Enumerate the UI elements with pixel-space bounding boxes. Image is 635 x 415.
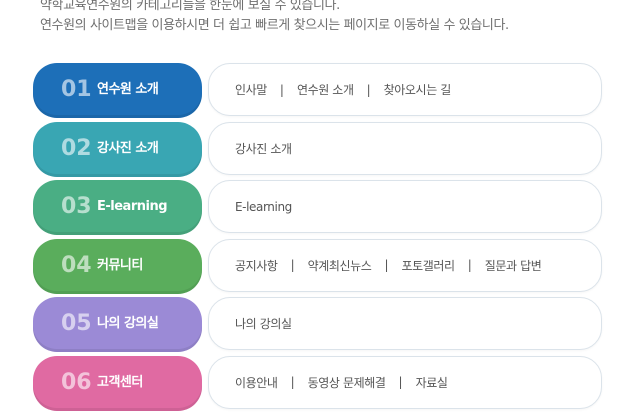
link-directions[interactable]: 찾아오시는 길 <box>384 81 452 98</box>
sublinks-elearning: E-learning <box>208 180 602 234</box>
link-separator: | <box>279 82 284 97</box>
sitemap-row-support: 06 고객센터 이용안내 | 동영상 문제해결 | 자료실 <box>33 355 603 411</box>
sitemap-row-my-classroom: 05 나의 강의실 나의 강의실 <box>33 297 603 353</box>
sitemap-row-about: 01 연수원 소개 인사말 | 연수원 소개 | 찾아오시는 길 <box>33 63 603 118</box>
link-separator: | <box>366 82 371 97</box>
category-label: 강사진 소개 <box>97 140 159 156</box>
category-label: 연수원 소개 <box>97 82 159 97</box>
category-elearning[interactable]: 03 E-learning <box>33 180 202 236</box>
category-number: 05 <box>61 311 92 337</box>
link-photo-gallery[interactable]: 포토갤러리 <box>402 257 456 274</box>
sitemap-row-community: 04 커뮤니티 공지사항 | 약계최신뉴스 | 포토갤러리 | 질문과 답변 <box>33 238 603 294</box>
link-notices[interactable]: 공지사항 <box>235 257 278 274</box>
category-label: 나의 강의실 <box>97 316 159 332</box>
link-my-classroom[interactable]: 나의 강의실 <box>235 315 292 332</box>
link-separator: | <box>290 375 295 390</box>
link-video-troubleshooting[interactable]: 동영상 문제해결 <box>308 374 386 391</box>
sublinks-community: 공지사항 | 약계최신뉴스 | 포토갤러리 | 질문과 답변 <box>208 238 602 292</box>
link-pharmacy-news[interactable]: 약계최신뉴스 <box>308 257 372 274</box>
link-usage-guide[interactable]: 이용안내 <box>235 374 278 391</box>
link-resources[interactable]: 자료실 <box>416 374 448 391</box>
intro-text: 약학교육연수원의 카테고리들을 한눈에 보실 수 있습니다. 연수원의 사이트맵… <box>40 0 509 36</box>
intro-line-2: 연수원의 사이트맵을 이용하시면 더 쉽고 빠르게 찾으시는 페이지로 이동하실… <box>40 18 509 33</box>
sitemap-list: 01 연수원 소개 인사말 | 연수원 소개 | 찾아오시는 길 02 강사진 … <box>33 63 603 415</box>
link-separator: | <box>398 375 403 390</box>
category-number: 02 <box>61 135 92 161</box>
sublinks-support: 이용안내 | 동영상 문제해결 | 자료실 <box>208 355 602 409</box>
intro-line-1: 약학교육연수원의 카테고리들을 한눈에 보실 수 있습니다. <box>40 0 340 13</box>
sublinks-instructors: 강사진 소개 <box>208 121 602 175</box>
category-support[interactable]: 06 고객센터 <box>33 355 202 411</box>
link-separator: | <box>290 258 295 273</box>
category-about[interactable]: 01 연수원 소개 <box>33 63 202 118</box>
sitemap-row-elearning: 03 E-learning E-learning <box>33 180 603 236</box>
category-my-classroom[interactable]: 05 나의 강의실 <box>33 297 202 353</box>
link-greeting[interactable]: 인사말 <box>235 81 267 98</box>
category-number: 04 <box>61 252 92 278</box>
sublinks-about: 인사말 | 연수원 소개 | 찾아오시는 길 <box>208 63 602 116</box>
category-number: 01 <box>61 77 92 102</box>
link-separator: | <box>467 258 472 273</box>
link-instructors[interactable]: 강사진 소개 <box>235 140 292 157</box>
category-label: 고객센터 <box>97 374 143 390</box>
link-qna[interactable]: 질문과 답변 <box>485 257 542 274</box>
category-number: 06 <box>61 369 92 395</box>
category-label: 커뮤니티 <box>97 257 143 273</box>
category-community[interactable]: 04 커뮤니티 <box>33 238 202 294</box>
category-number: 03 <box>61 194 92 220</box>
sitemap-row-instructors: 02 강사진 소개 강사진 소개 <box>33 121 603 177</box>
category-instructors[interactable]: 02 강사진 소개 <box>33 121 202 177</box>
sublinks-my-classroom: 나의 강의실 <box>208 297 602 351</box>
category-label: E-learning <box>97 199 168 215</box>
link-elearning[interactable]: E-learning <box>235 200 292 214</box>
link-about[interactable]: 연수원 소개 <box>297 81 354 98</box>
link-separator: | <box>384 258 389 273</box>
